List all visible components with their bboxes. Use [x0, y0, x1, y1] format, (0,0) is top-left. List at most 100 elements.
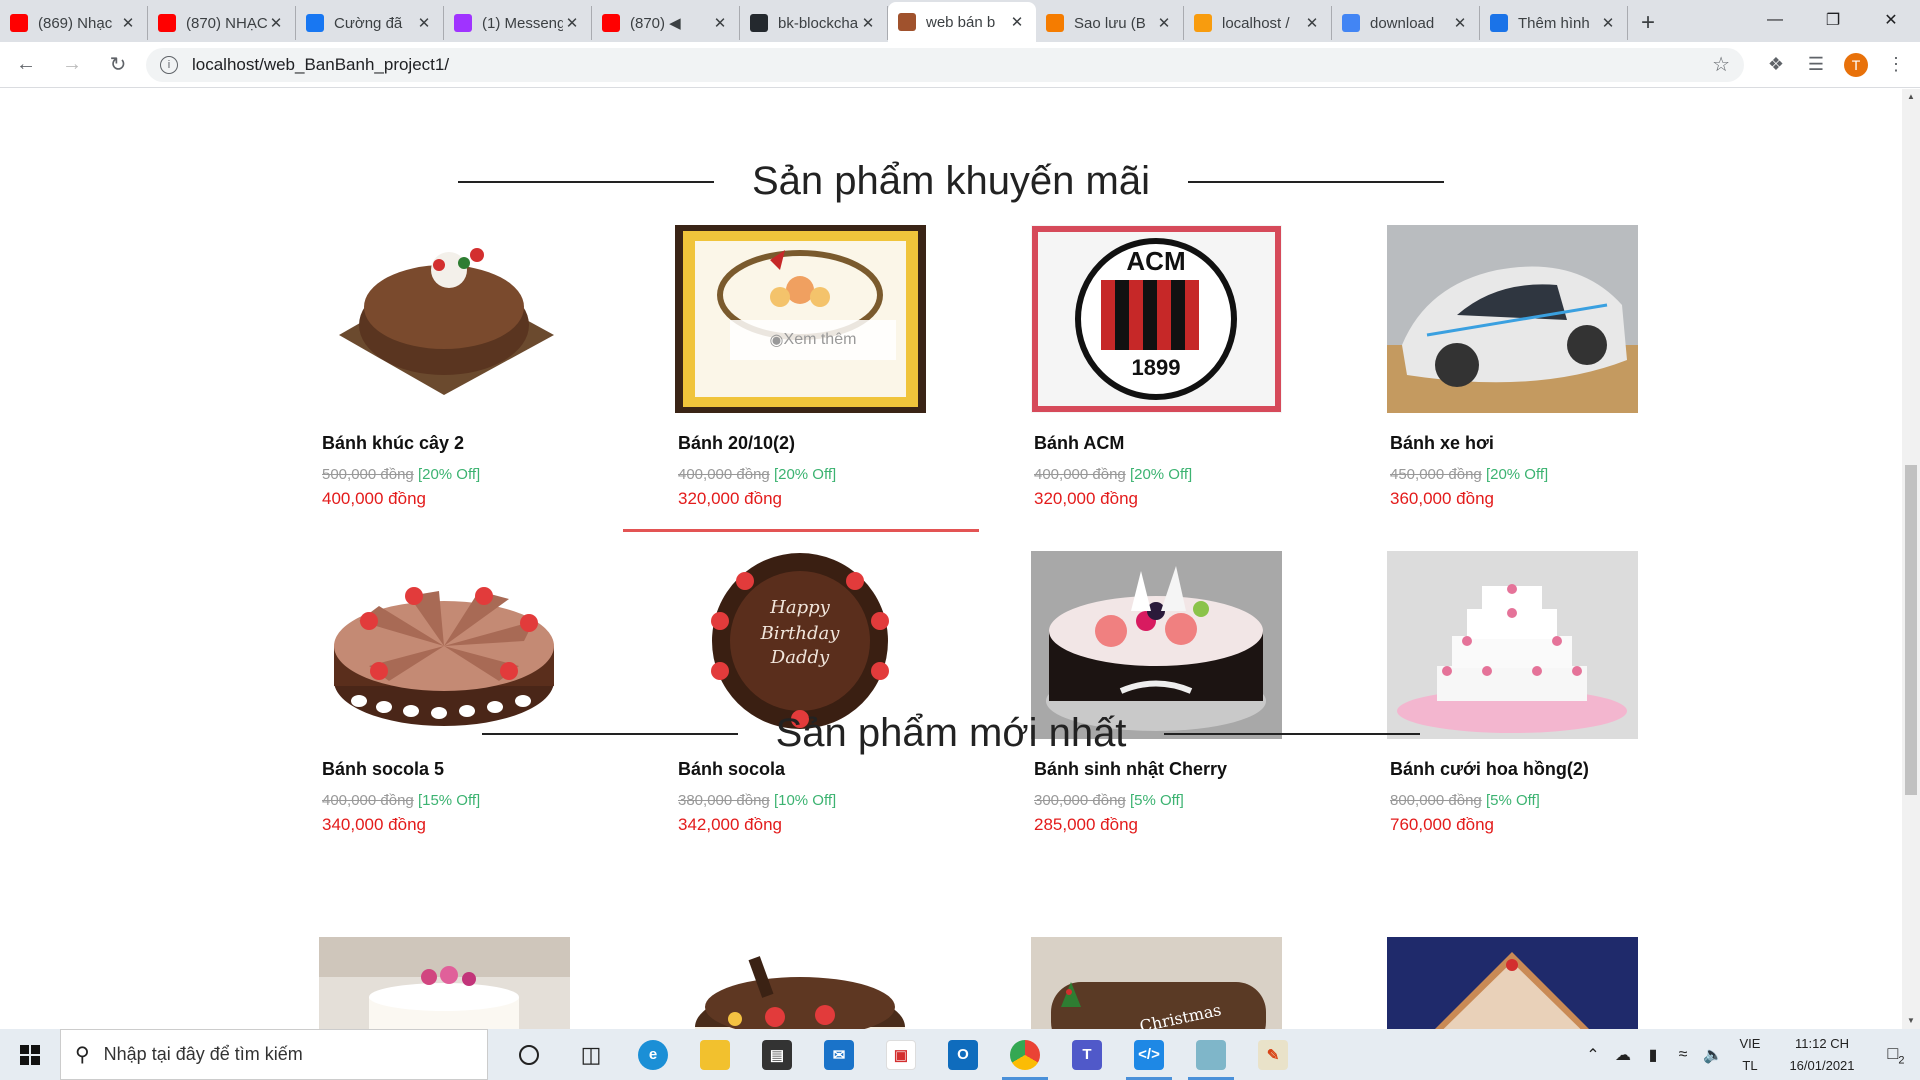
address-url[interactable]: localhost/web_BanBanh_project1/	[192, 55, 1712, 75]
extensions-icon[interactable]: ❖	[1756, 45, 1796, 85]
input-language[interactable]: VIE TL	[1728, 1033, 1772, 1077]
taskbar-app-notebook[interactable]	[1180, 1029, 1242, 1080]
reload-button[interactable]: ↻	[98, 45, 138, 85]
product-name[interactable]: Bánh khúc cây 2	[322, 433, 609, 454]
browser-tab[interactable]: download ✕	[1332, 6, 1480, 40]
back-button[interactable]: ←	[6, 45, 46, 85]
tab-close-icon[interactable]: ✕	[119, 14, 137, 32]
cortana-button[interactable]	[498, 1029, 560, 1080]
tab-close-icon[interactable]: ✕	[859, 14, 877, 32]
battery-icon[interactable]: ▮	[1638, 1045, 1668, 1065]
browser-tab[interactable]: web bán b ✕	[888, 2, 1036, 42]
product-old-price-row: 380,000 đồng [10% Off]	[678, 792, 965, 809]
product-image-christmas-log-cake[interactable]: Christmas	[1031, 937, 1282, 1029]
browser-tab[interactable]: (1) Messenger✕	[444, 6, 592, 40]
browser-tab[interactable]: bk-blockchain✕	[740, 6, 888, 40]
browser-tab[interactable]: Thêm hình ✕	[1480, 6, 1628, 40]
wifi-icon[interactable]: ≈	[1668, 1046, 1698, 1064]
taskbar-chrome[interactable]	[994, 1029, 1056, 1080]
taskbar-outlook[interactable]: O	[932, 1029, 994, 1080]
promo-product-card[interactable]: Bánh socola 5 400,000 đồng [15% Off] 340,0…	[319, 551, 609, 835]
start-button[interactable]	[0, 1029, 60, 1080]
tray-chevron-up-icon[interactable]: ⌃	[1578, 1045, 1608, 1065]
product-name[interactable]: Bánh socola 5	[322, 759, 609, 780]
menu-kebab-icon[interactable]: ⋮	[1876, 45, 1916, 85]
scroll-up-arrow-icon[interactable]: ▲	[1902, 89, 1920, 105]
taskbar-paint[interactable]: ✎	[1242, 1029, 1304, 1080]
browser-tab[interactable]: Cường đã ✕	[296, 6, 444, 40]
tab-close-icon[interactable]: ✕	[563, 14, 581, 32]
tab-close-icon[interactable]: ✕	[1451, 14, 1469, 32]
tab-close-icon[interactable]: ✕	[267, 14, 285, 32]
profile-button[interactable]: T	[1836, 45, 1876, 85]
lang-top: VIE	[1739, 1035, 1761, 1051]
browser-tab[interactable]: Sao lưu (B ✕	[1036, 6, 1184, 40]
browser-tab[interactable]: localhost / ✕	[1184, 6, 1332, 40]
promo-product-card[interactable]: ACM 1899 Bánh ACM 400,000 đồng [20% Off] 320…	[1031, 225, 1321, 509]
taskbar-mail[interactable]: ✉	[808, 1029, 870, 1080]
notification-center-icon[interactable]: □2	[1872, 1043, 1920, 1067]
new-product-card[interactable]	[1387, 937, 1677, 1029]
taskbar-edge[interactable]: e	[622, 1029, 684, 1080]
close-window-button[interactable]: ✕	[1862, 0, 1920, 40]
minimize-button[interactable]: —	[1746, 0, 1804, 40]
browser-toolbar: ← → ↻ i localhost/web_BanBanh_project1/ …	[0, 42, 1920, 88]
tab-title: (1) Messenger	[482, 14, 563, 32]
new-product-card[interactable]	[675, 937, 965, 1029]
tab-close-icon[interactable]: ✕	[1303, 14, 1321, 32]
restore-button[interactable]: ❐	[1804, 0, 1862, 40]
tab-close-icon[interactable]: ✕	[1155, 14, 1173, 32]
product-name[interactable]: Bánh sinh nhật Cherry	[1034, 759, 1321, 780]
product-image-square-flower-cake[interactable]: ◉ Xem thêm	[675, 225, 926, 413]
volume-icon[interactable]: 🔈	[1698, 1045, 1728, 1065]
promo-product-card[interactable]: ◉ Xem thêm Bánh 20/10(2) 400,000 đồng [20%…	[675, 225, 965, 509]
taskbar-file-explorer[interactable]	[684, 1029, 746, 1080]
promo-product-card[interactable]: Bánh cưới hoa hồng(2) 800,000 đồng [5% Of…	[1387, 551, 1677, 835]
promo-product-card[interactable]: Bánh sinh nhật Cherry 300,000 đồng [5% Of…	[1031, 551, 1321, 835]
promo-product-card[interactable]: Bánh xe hơi 450,000 đồng [20% Off] 360,000…	[1387, 225, 1677, 509]
promo-product-card[interactable]: Happy Birthday Daddy Bánh socola 380,000 đồn…	[675, 551, 965, 835]
new-section-title: Sản phẩm mới nhất	[775, 711, 1127, 755]
product-sale-price: 320,000 đồng	[1034, 489, 1138, 508]
product-image-wedding-cake[interactable]	[319, 937, 570, 1029]
taskbar-teams[interactable]: T	[1056, 1029, 1118, 1080]
browser-tab[interactable]: (870) NHẠC ✕	[148, 6, 296, 40]
scrollbar-thumb[interactable]	[1905, 465, 1917, 795]
forward-button[interactable]: →	[52, 45, 92, 85]
product-image-acm-logo-cake[interactable]: ACM 1899	[1031, 225, 1282, 413]
product-name[interactable]: Bánh 20/10(2)	[678, 433, 965, 454]
tab-close-icon[interactable]: ✕	[1008, 13, 1026, 31]
new-product-card[interactable]	[319, 937, 609, 1029]
address-bar[interactable]: i localhost/web_BanBanh_project1/ ☆	[146, 47, 1744, 82]
taskbar-gift-app[interactable]: ▣	[870, 1029, 932, 1080]
onedrive-icon[interactable]: ☁	[1608, 1045, 1638, 1065]
view-more-button[interactable]: ◉ Xem thêm	[730, 320, 896, 360]
taskbar-vscode[interactable]: </>	[1118, 1029, 1180, 1080]
product-name[interactable]: Bánh socola	[678, 759, 965, 780]
product-image-gingerbread-house-cake[interactable]	[1387, 937, 1638, 1029]
product-name[interactable]: Bánh xe hơi	[1390, 433, 1677, 454]
browser-tab[interactable]: (869) Nhạc ✕	[0, 6, 148, 40]
product-image-chocolate-fruit-cake[interactable]	[675, 937, 926, 1029]
bookmark-star-icon[interactable]: ☆	[1712, 52, 1730, 77]
product-image-chocolate-log-cake[interactable]	[319, 225, 570, 413]
task-view-button[interactable]: ◫	[560, 1029, 622, 1080]
taskbar-search-box[interactable]: ⚲ Nhập tại đây để tìm kiếm	[60, 1029, 488, 1080]
tab-close-icon[interactable]: ✕	[711, 14, 729, 32]
promo-product-card[interactable]: Bánh khúc cây 2 500,000 đồng [20% Off] 400…	[319, 225, 609, 509]
product-discount-badge: [10% Off]	[773, 792, 837, 809]
page-scrollbar[interactable]: ▲ ▼	[1902, 89, 1920, 1029]
new-tab-button[interactable]: +	[1628, 6, 1668, 40]
taskbar-store[interactable]: ▤	[746, 1029, 808, 1080]
browser-tab[interactable]: (870) ◀ ✕	[592, 6, 740, 40]
tab-close-icon[interactable]: ✕	[1599, 14, 1617, 32]
new-product-card[interactable]: Christmas	[1031, 937, 1321, 1029]
tab-close-icon[interactable]: ✕	[415, 14, 433, 32]
scroll-down-arrow-icon[interactable]: ▼	[1902, 1013, 1920, 1029]
site-info-icon[interactable]: i	[160, 55, 178, 74]
product-image-car-cake[interactable]	[1387, 225, 1638, 413]
product-name[interactable]: Bánh ACM	[1034, 433, 1321, 454]
product-name[interactable]: Bánh cưới hoa hồng(2)	[1390, 759, 1677, 780]
media-control-icon[interactable]: ☰	[1796, 45, 1836, 85]
taskbar-clock[interactable]: 11:12 CH 16/01/2021	[1772, 1033, 1872, 1077]
